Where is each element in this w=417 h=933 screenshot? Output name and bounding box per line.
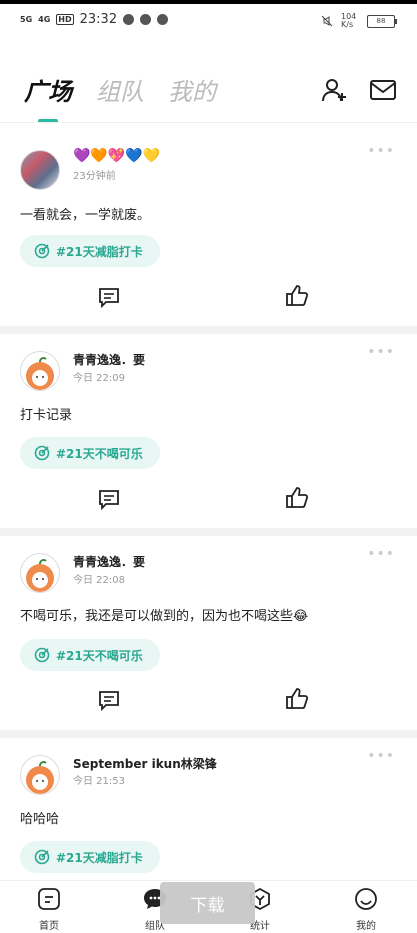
avatar[interactable] [20,553,60,593]
bottom-nav-mine[interactable]: 我的 [341,887,391,932]
post-card[interactable]: September ikun林梁锋 今日 21:53 ••• 哈哈哈 #21天减… [0,738,417,880]
signal-4g: 4G [38,15,51,24]
post-username[interactable]: 青青逸逸．要 [73,553,145,570]
more-icon[interactable]: ••• [367,748,395,764]
like-icon[interactable] [285,284,309,308]
post-content: 不喝可乐，我还是可以做到的，因为也不喝这些😂 [20,609,309,624]
bottom-nav-label: 首页 [39,921,59,932]
net-speed: 104 K/s [341,12,357,29]
like-icon[interactable] [285,486,309,510]
avatar-cat-icon [26,357,54,390]
post-username[interactable]: September ikun林梁锋 [73,755,217,772]
post-content: 一看就会，一学就废。 [20,208,151,223]
more-icon[interactable]: ••• [367,546,395,562]
download-button[interactable]: 下载 [160,882,255,924]
post-separator [0,326,417,334]
topic-tag-label: #21天不喝可乐 [56,648,143,663]
post-content: 打卡记录 [20,408,73,423]
mute-icon [321,15,333,27]
notification-icon-3 [157,14,169,25]
top-nav: 广场 组队 我的 [0,62,417,123]
avatar[interactable] [20,150,60,190]
target-icon [34,445,50,461]
signal-5g: 5G [20,15,33,24]
profile-smile-icon [355,888,377,910]
comment-icon[interactable] [98,488,120,510]
tab-team[interactable]: 组队 [96,72,144,107]
post-card[interactable]: 青青逸逸．要 今日 22:08 ••• 不喝可乐，我还是可以做到的，因为也不喝这… [0,536,417,730]
target-icon [34,849,50,865]
topic-tag-label: #21天减脂打卡 [56,244,143,259]
home-icon [38,888,60,910]
hd-badge: HD [56,14,74,25]
notification-icon [123,14,135,25]
comment-icon[interactable] [98,689,120,711]
post-separator [0,528,417,536]
notification-icon-2 [140,14,152,25]
avatar-cat-icon [26,761,54,794]
more-icon[interactable]: ••• [367,143,395,159]
like-icon[interactable] [285,687,309,711]
status-right: 104 K/s 88 [321,12,397,29]
topic-tag[interactable]: #21天减脂打卡 [20,235,160,267]
mail-icon[interactable] [369,76,397,104]
post-separator [0,730,417,738]
post-time: 今日 21:53 [73,776,125,787]
clock: 23:32 [79,12,118,27]
add-friend-icon[interactable] [320,76,348,104]
status-bar: 5G 4G HD 23:32 104 K/s 88 [0,0,417,36]
post-card[interactable]: 💜🧡💖💙💛 23分钟前 ••• 一看就会，一学就废。 #21天减脂打卡 [0,123,417,326]
bottom-nav-label: 我的 [356,921,376,932]
post-time: 今日 22:08 [73,575,125,586]
topic-tag[interactable]: #21天不喝可乐 [20,639,160,671]
topic-tag-label: #21天不喝可乐 [56,446,143,461]
tab-square[interactable]: 广场 [24,72,72,107]
topic-tag[interactable]: #21天减脂打卡 [20,841,160,873]
more-icon[interactable]: ••• [367,344,395,360]
post-content: 哈哈哈 [20,812,60,827]
post-username[interactable]: 青青逸逸．要 [73,351,145,368]
post-username[interactable]: 💜🧡💖💙💛 [73,148,160,164]
bottom-nav-home[interactable]: 首页 [24,887,74,932]
post-time: 23分钟前 [73,171,116,182]
avatar[interactable] [20,351,60,391]
avatar[interactable] [20,755,60,795]
target-icon [34,243,50,259]
post-time: 今日 22:09 [73,373,125,384]
comment-icon[interactable] [98,286,120,308]
post-card[interactable]: 青青逸逸．要 今日 22:09 ••• 打卡记录 #21天不喝可乐 [0,334,417,528]
tab-mine[interactable]: 我的 [168,72,216,107]
topic-tag[interactable]: #21天不喝可乐 [20,437,160,469]
target-icon [34,647,50,663]
topic-tag-label: #21天减脂打卡 [56,850,143,865]
avatar-cat-icon [26,559,54,592]
status-left: 5G 4G HD 23:32 [20,12,169,27]
battery-icon: 88 [367,14,397,28]
